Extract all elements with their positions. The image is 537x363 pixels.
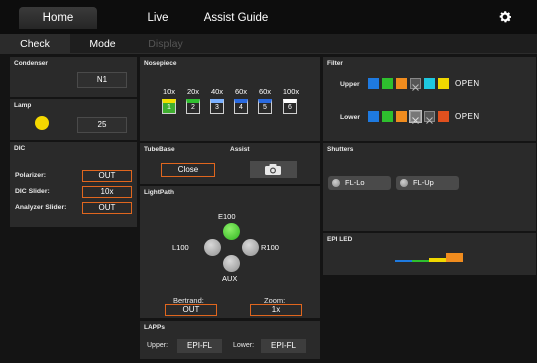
- tab-mode[interactable]: Mode: [75, 34, 130, 54]
- analyzer-slider-value[interactable]: OUT: [82, 202, 132, 214]
- filter-lower-4-empty[interactable]: [409, 110, 422, 124]
- tubebase-title: TubeBase: [144, 146, 175, 153]
- dic-slider-value[interactable]: 10x: [82, 186, 132, 198]
- filter-upper-1[interactable]: [368, 78, 379, 89]
- lamp-panel: Lamp 25: [10, 99, 137, 140]
- close-icon: [426, 117, 433, 124]
- shutter-fl-lo-label: FL-Lo: [345, 178, 365, 187]
- dic-slider-label: DIC Slider:: [15, 188, 50, 195]
- lightpath-aux-button[interactable]: [223, 255, 240, 272]
- filter-lower-6[interactable]: [438, 111, 449, 122]
- objective-slot-6[interactable]: 6: [283, 99, 297, 114]
- gear-icon[interactable]: [497, 9, 513, 25]
- close-icon: [412, 117, 419, 124]
- objective-slot-3[interactable]: 3: [210, 99, 224, 114]
- objective-slot-2[interactable]: 2: [186, 99, 200, 114]
- lapps-title: LAPPs: [144, 324, 165, 331]
- shutter-indicator: [400, 179, 408, 187]
- condenser-panel: Condenser N1: [10, 57, 137, 97]
- filter-upper-2[interactable]: [382, 78, 393, 89]
- lightpath-r100-button[interactable]: [242, 239, 259, 256]
- nosepiece-title: Nosepiece: [144, 60, 177, 67]
- objective-mag: 100x: [282, 87, 300, 96]
- camera-icon: [265, 164, 281, 175]
- lamp-indicator: [35, 116, 49, 130]
- dic-title: DIC: [14, 145, 26, 152]
- tubebase-panel: TubeBase Assist Close: [140, 143, 320, 184]
- condenser-title: Condenser: [14, 60, 48, 67]
- filter-lower-1[interactable]: [368, 111, 379, 122]
- filter-title: Filter: [327, 60, 343, 67]
- close-icon: [412, 84, 419, 91]
- objective-mag: 20x: [186, 87, 200, 96]
- sub-nav-bar: Check Mode Display: [0, 34, 537, 54]
- filter-upper-6[interactable]: [438, 78, 449, 89]
- tab-display: Display: [148, 38, 183, 50]
- epi-led-level-bar: [429, 258, 446, 262]
- epi-led-level-bar: [446, 253, 463, 262]
- assist-title: Assist: [230, 146, 250, 153]
- lamp-title: Lamp: [14, 102, 32, 109]
- zoom-value[interactable]: 1x: [250, 304, 302, 316]
- lightpath-l100-button[interactable]: [204, 239, 221, 256]
- filter-upper-label: Upper: [340, 81, 360, 88]
- lightpath-aux-label: AUX: [222, 274, 238, 283]
- shutters-title: Shutters: [327, 146, 354, 153]
- objective-mag: 60x: [258, 87, 272, 96]
- filter-upper-5[interactable]: [424, 78, 435, 89]
- epi-led-panel: EPI LED: [323, 233, 536, 275]
- filter-lower-3[interactable]: [396, 111, 407, 122]
- filter-upper-status: OPEN: [455, 79, 480, 88]
- lapps-lower-label: Lower:: [233, 342, 255, 349]
- shutter-fl-up-button[interactable]: FL-Up: [396, 176, 459, 190]
- polarizer-value[interactable]: OUT: [82, 170, 132, 182]
- filter-panel: Filter Upper OPEN Lower OPEN: [323, 57, 536, 141]
- epi-led-level-bar: [395, 260, 412, 262]
- lapps-upper-value[interactable]: EPI-FL: [261, 339, 306, 353]
- lightpath-l100-label: L100: [172, 243, 189, 252]
- objective-mag: 40x: [210, 87, 224, 96]
- lamp-value[interactable]: 25: [77, 117, 127, 133]
- objective-mag: 10x: [162, 87, 176, 96]
- filter-lower-5-empty[interactable]: [424, 111, 435, 124]
- shutter-indicator: [332, 179, 340, 187]
- shutters-panel: Shutters FL-Lo FL-Up: [323, 143, 536, 231]
- filter-lower-label: Lower: [340, 114, 361, 121]
- objective-mag: 60x: [234, 87, 248, 96]
- objective-slot-5[interactable]: 5: [258, 99, 272, 114]
- lightpath-title: LightPath: [144, 189, 174, 196]
- lightpath-e100-button[interactable]: [223, 223, 240, 240]
- epi-led-title: EPI LED: [327, 236, 353, 243]
- filter-lower-status: OPEN: [455, 112, 480, 121]
- tab-live[interactable]: Live: [133, 7, 183, 29]
- objective-slot-4[interactable]: 4: [234, 99, 248, 114]
- lightpath-e100-label: E100: [218, 212, 236, 221]
- tab-check[interactable]: Check: [0, 34, 70, 54]
- lightpath-r100-label: R100: [261, 243, 279, 252]
- shutter-fl-lo-button[interactable]: FL-Lo: [328, 176, 391, 190]
- nosepiece-panel: Nosepiece 10x 20x 40x 60x 60x 100x 1 2 3…: [140, 57, 320, 141]
- filter-upper-3[interactable]: [396, 78, 407, 89]
- objective-slot-1[interactable]: 1: [162, 99, 176, 114]
- shutter-fl-up-label: FL-Up: [413, 178, 434, 187]
- assist-camera-button[interactable]: [250, 161, 297, 178]
- tab-home[interactable]: Home: [19, 7, 97, 29]
- lapps-panel: LAPPs Upper: EPI-FL Lower: EPI-FL: [140, 321, 320, 359]
- lapps-upper-label: Upper:: [147, 342, 169, 349]
- condenser-value[interactable]: N1: [77, 72, 127, 88]
- filter-lower-2[interactable]: [382, 111, 393, 122]
- filter-upper-4-empty[interactable]: [410, 78, 421, 91]
- tubebase-value[interactable]: Close: [161, 163, 215, 177]
- analyzer-slider-label: Analyzer Slider:: [15, 204, 67, 211]
- dic-panel: DIC Polarizer: OUT DIC Slider: 10x Analy…: [10, 142, 137, 227]
- polarizer-label: Polarizer:: [15, 172, 46, 179]
- lapps-upper-value[interactable]: EPI-FL: [177, 339, 222, 353]
- top-nav-bar: Home Live Assist Guide: [0, 0, 537, 34]
- lightpath-panel: LightPath E100 L100 R100 AUX Bertrand: O…: [140, 186, 320, 318]
- tab-assist-guide[interactable]: Assist Guide: [197, 7, 275, 29]
- bertrand-value[interactable]: OUT: [165, 304, 217, 316]
- epi-led-level-bar: [412, 260, 429, 262]
